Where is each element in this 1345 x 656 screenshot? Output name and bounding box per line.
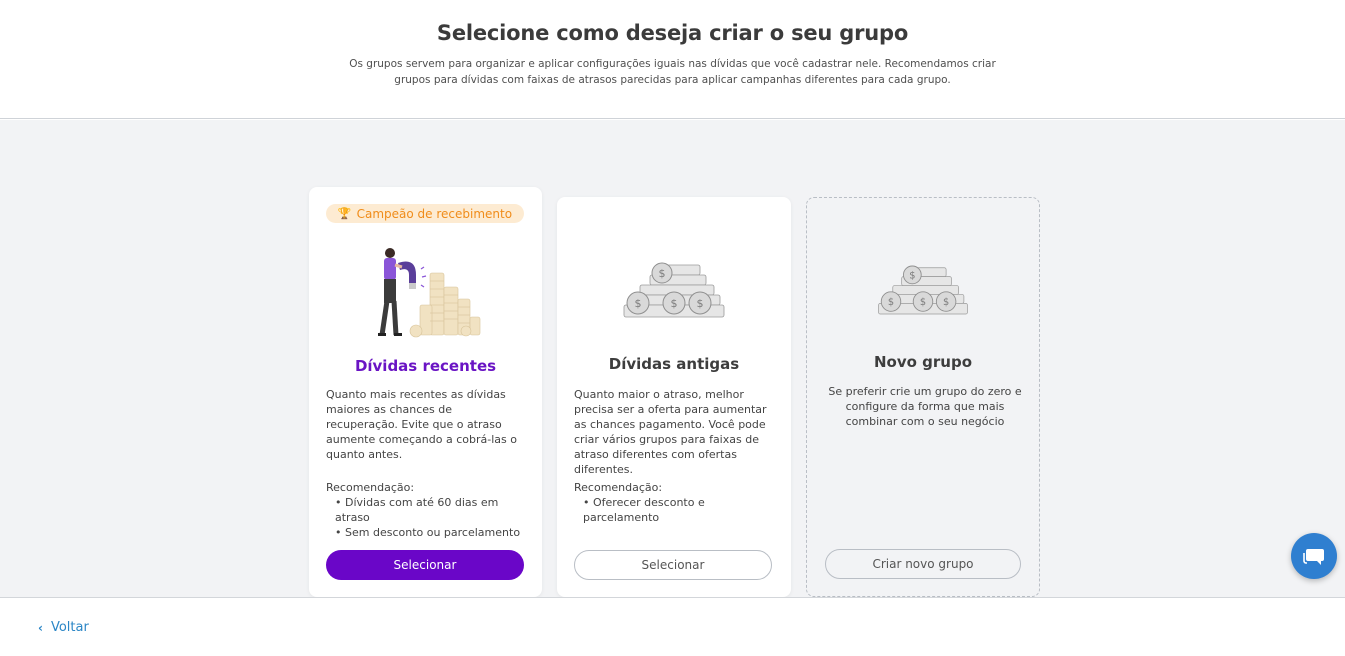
svg-text:$: $: [943, 297, 949, 308]
magnet-coins-illustration: [309, 243, 542, 343]
svg-text:$: $: [909, 270, 915, 281]
recommendation-label: Recomendação:: [326, 481, 415, 494]
card-title: Dívidas recentes: [354, 357, 497, 375]
recommendation: Recomendação: Dívidas com até 60 dias em…: [326, 480, 531, 540]
options-area: 🏆 Campeão de recebimento Dívidas recente…: [0, 120, 1345, 597]
recommendation-list: Oferecer desconto e parcelamento: [574, 495, 779, 525]
trophy-icon: 🏆: [337, 207, 352, 220]
badge-label: Campeão de recebimento: [356, 206, 513, 221]
page-footer: ‹ Voltar: [0, 597, 1345, 656]
svg-text:$: $: [659, 267, 666, 280]
recommendation-item: Dívidas com até 60 dias em atraso: [335, 495, 531, 525]
back-label: Voltar: [50, 620, 89, 635]
chevron-left-icon: ‹: [38, 620, 43, 635]
card-description: Quanto maior o atraso, melhor precisa se…: [574, 388, 767, 476]
svg-text:$: $: [697, 297, 704, 310]
chat-button[interactable]: [1291, 533, 1337, 579]
svg-text:$: $: [635, 297, 642, 310]
page-subtitle: Os grupos servem para organizar e aplica…: [349, 58, 996, 86]
page-header: Selecione como deseja criar o seu grupo …: [0, 0, 1345, 119]
card-title: Dívidas antigas: [608, 355, 740, 373]
svg-text:$: $: [671, 297, 678, 310]
select-old-button[interactable]: Selecionar: [574, 550, 772, 580]
card-dividas-antigas[interactable]: $ $ $ $ Dívidas antigas Quanto maior o a…: [557, 197, 791, 597]
page-title: Selecione como deseja criar o seu grupo: [436, 21, 909, 45]
recommendation: Recomendação: Oferecer desconto e parcel…: [574, 480, 779, 525]
recommendation-item: Sem desconto ou parcelamento: [335, 525, 531, 540]
card-title: Novo grupo: [873, 353, 973, 371]
svg-text:$: $: [920, 297, 926, 308]
card-description: Se preferir crie um grupo do zero e conf…: [828, 385, 1022, 428]
card-novo-grupo[interactable]: $ $ $ $ Novo grupo Se preferir crie um g…: [806, 197, 1040, 597]
card-description: Quanto mais recentes as dívidas maiores …: [326, 388, 517, 461]
svg-text:$: $: [888, 297, 894, 308]
coin-pile-illustration: $ $ $ $: [807, 262, 1039, 318]
create-new-group-button[interactable]: Criar novo grupo: [825, 549, 1021, 579]
chat-bubble-icon: [1303, 549, 1324, 565]
champion-badge: 🏆 Campeão de recebimento: [326, 204, 524, 223]
select-recent-button[interactable]: Selecionar: [326, 550, 524, 580]
card-dividas-recentes[interactable]: 🏆 Campeão de recebimento Dívidas recente…: [309, 187, 542, 597]
recommendation-item: Oferecer desconto e parcelamento: [583, 495, 713, 525]
coin-pile-illustration: $ $ $ $: [557, 259, 791, 321]
recommendation-label: Recomendação:: [574, 481, 663, 494]
back-link[interactable]: ‹ Voltar: [38, 620, 89, 635]
recommendation-list: Dívidas com até 60 dias em atraso Sem de…: [326, 495, 531, 540]
